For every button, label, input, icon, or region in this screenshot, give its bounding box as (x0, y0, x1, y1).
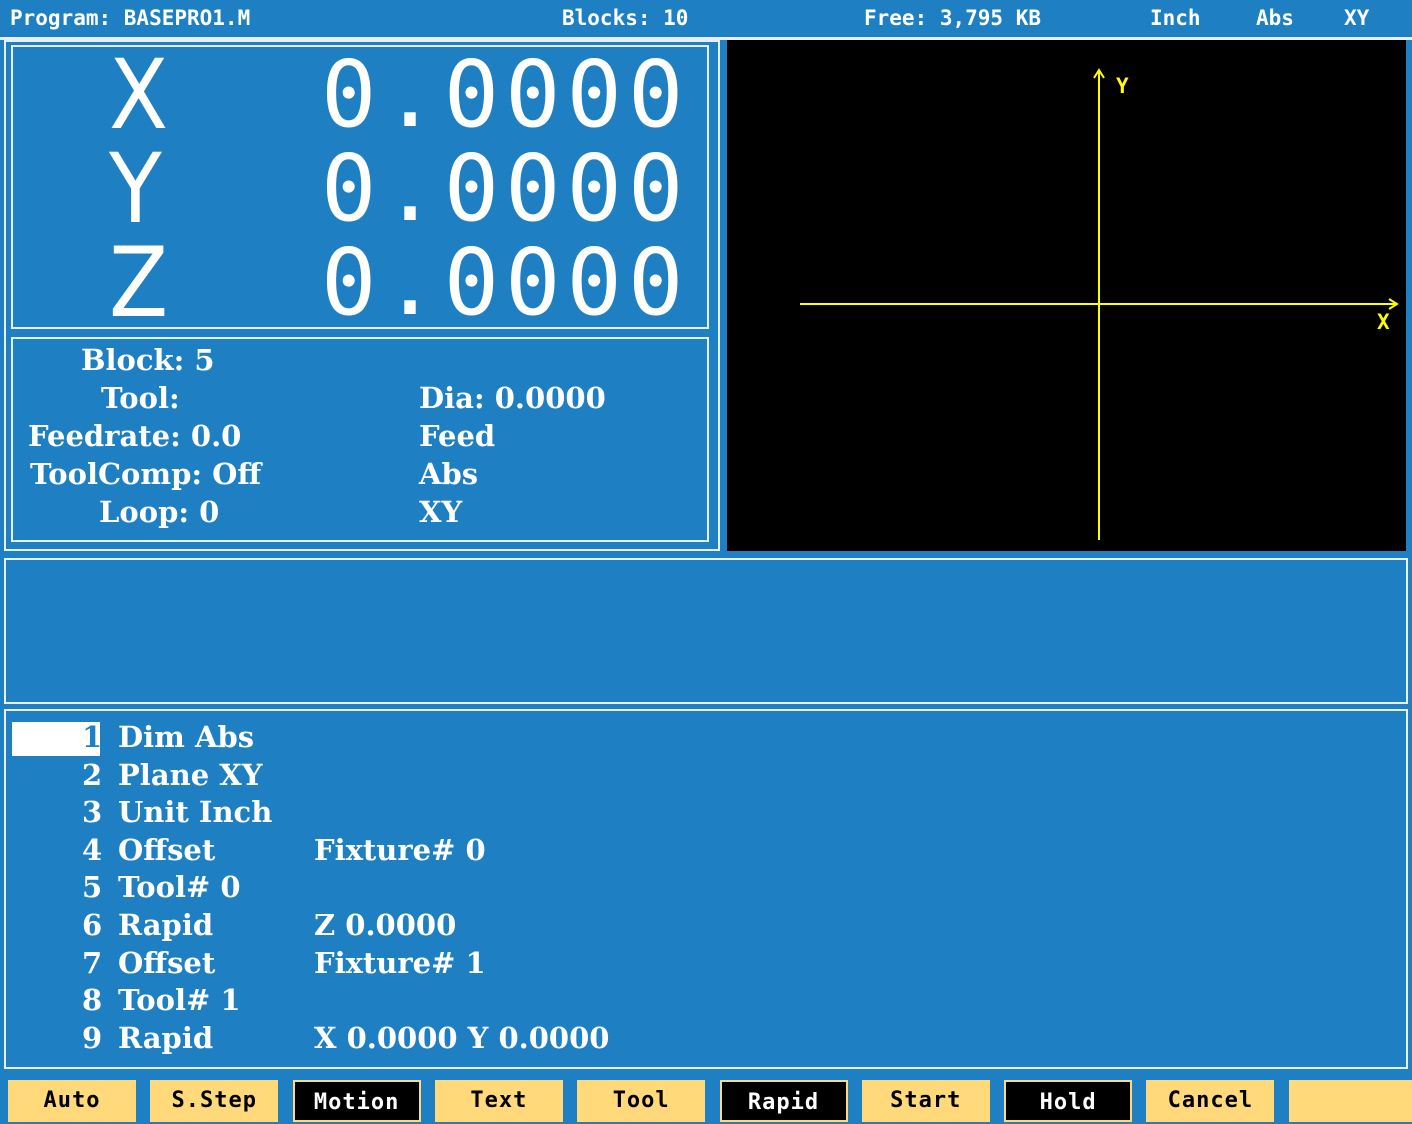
program-line-command[interactable]: Offset (118, 945, 215, 983)
tool-label: Tool: (101, 381, 180, 415)
program-line-argument[interactable]: Z 0.0000 (314, 907, 456, 945)
program-line-command[interactable]: Rapid (118, 1020, 213, 1058)
y-axis-letter: Y (109, 133, 162, 245)
program-line-argument[interactable]: X 0.0000 Y 0.0000 (314, 1020, 609, 1058)
program-line-number[interactable]: 3 (82, 794, 102, 832)
toolpath-graphics[interactable]: Y X (727, 40, 1406, 551)
x-axis-letter: X (109, 39, 169, 151)
softkey-text[interactable]: Text (434, 1080, 563, 1122)
z-axis-letter: Z (109, 227, 169, 339)
x-axis-value: 0.0000 (321, 41, 690, 148)
y-axis-value: 0.0000 (321, 135, 690, 242)
status-info-panel: Block: 5 Tool: Feedrate: 0.0 ToolComp: O… (11, 337, 709, 542)
program-line-number[interactable]: 2 (82, 757, 102, 795)
program-name: Program: BASEPRO1.M (10, 6, 251, 30)
program-line-number[interactable]: 6 (82, 907, 102, 945)
tool-diameter: Dia: 0.0000 (419, 381, 606, 415)
x-axis-label: X (1377, 310, 1390, 334)
softkey-tool[interactable]: Tool (577, 1080, 706, 1122)
message-area (4, 558, 1408, 704)
loop-value: Loop: 0 (99, 495, 220, 529)
program-line-command[interactable]: Plane XY (118, 757, 262, 795)
softkey-motion[interactable]: Motion (292, 1080, 421, 1122)
softkey-start[interactable]: Start (861, 1080, 990, 1122)
program-line-argument[interactable]: Fixture# 0 (314, 832, 486, 870)
units-indicator: Inch (1150, 6, 1201, 30)
program-line-number[interactable]: 8 (82, 982, 102, 1020)
block-count: Blocks: 10 (562, 6, 689, 30)
program-line-number[interactable]: 9 (82, 1020, 102, 1058)
feedrate-value: Feedrate: 0.0 (28, 419, 242, 453)
program-line-number[interactable]: 4 (82, 832, 102, 870)
y-axis-label: Y (1116, 74, 1129, 98)
softkey-cancel[interactable]: Cancel (1146, 1080, 1275, 1122)
block-number: Block: 5 (81, 343, 215, 377)
softkey-hold[interactable]: Hold (1004, 1080, 1133, 1122)
z-axis-value: 0.0000 (321, 229, 690, 336)
mode-indicator: Abs (1256, 6, 1294, 30)
dimension-mode: Abs (419, 457, 479, 491)
status-bar: Program: BASEPRO1.M Blocks: 10 Free: 3,7… (0, 0, 1412, 40)
plane-indicator: XY (1344, 6, 1370, 30)
program-line-command[interactable]: Rapid (118, 907, 213, 945)
toolcomp-value: ToolComp: Off (30, 457, 262, 491)
feed-mode: Feed (419, 419, 496, 453)
softkey-rapid[interactable]: Rapid (719, 1080, 848, 1122)
program-line-number[interactable]: 5 (82, 869, 102, 907)
program-listing[interactable]: 1 Dim Abs 2 Plane XY 3 Unit Inch 4 Offset Fixtur… (4, 709, 1408, 1069)
program-line-command[interactable]: Tool# 1 (118, 982, 241, 1020)
position-readout: X 0.0000 Y 0.0000 Z 0.0000 (11, 39, 709, 339)
graphics-canvas (800, 68, 1399, 540)
program-line-command[interactable]: Dim Abs (118, 719, 254, 757)
plane-mode: XY (419, 495, 463, 529)
softkey-auto[interactable]: Auto (8, 1080, 136, 1122)
program-line-command[interactable]: Offset (118, 832, 215, 870)
softkey-blank[interactable] (1288, 1080, 1412, 1122)
program-line-number[interactable]: 7 (82, 945, 102, 983)
program-line-number[interactable]: 1 (82, 719, 102, 757)
program-line-command[interactable]: Tool# 0 (118, 869, 241, 907)
softkey-s-step[interactable]: S.Step (150, 1080, 279, 1122)
free-memory: Free: 3,795 KB (864, 6, 1042, 30)
program-line-argument[interactable]: Fixture# 1 (314, 945, 486, 983)
program-line-command[interactable]: Unit Inch (118, 794, 272, 832)
